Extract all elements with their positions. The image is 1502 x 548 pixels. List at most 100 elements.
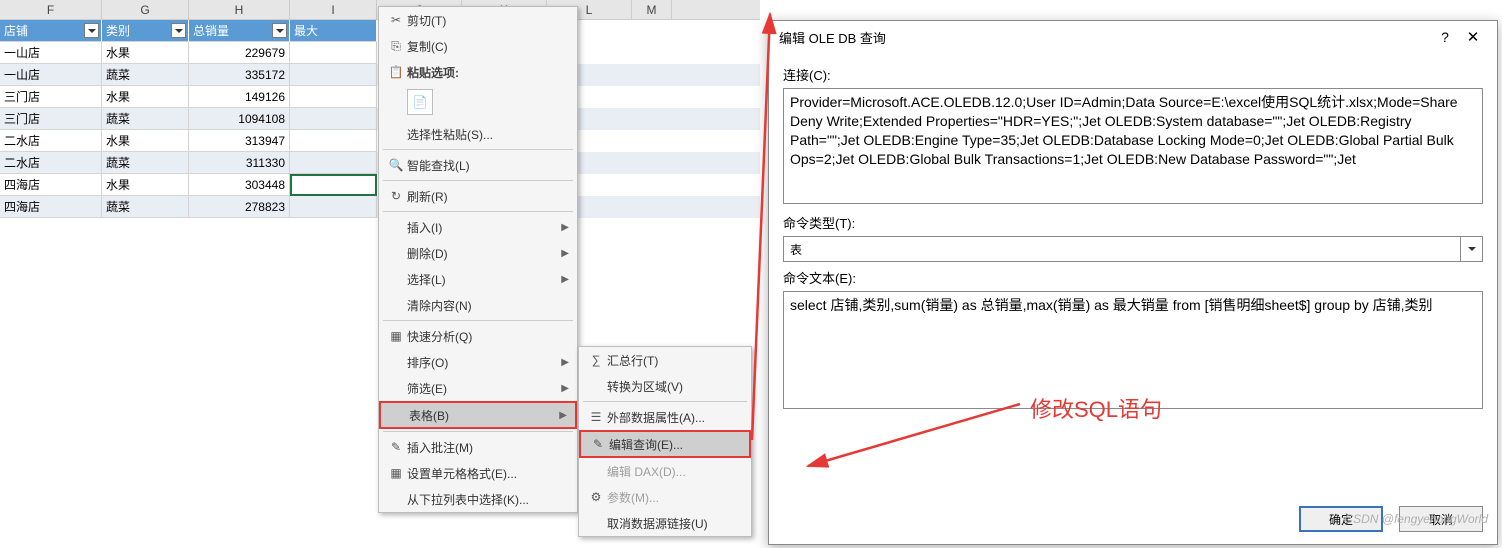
cell[interactable]: 303448	[189, 174, 290, 196]
menu-copy[interactable]: ⎘复制(C)	[379, 33, 577, 59]
chevron-right-icon: ▶	[561, 383, 569, 394]
cell[interactable]: 三门店	[0, 86, 102, 108]
connection-textarea[interactable]	[783, 88, 1483, 204]
submenu-convert[interactable]: 转换为区域(V)	[579, 373, 751, 399]
cell[interactable]	[290, 196, 377, 218]
analysis-icon: ▦	[385, 329, 407, 343]
comment-icon: ✎	[385, 440, 407, 454]
cell[interactable]: 二水店	[0, 152, 102, 174]
command-type-label: 命令类型(T):	[783, 213, 1483, 232]
watermark: CSDN @fengyehongWorld	[1344, 512, 1488, 526]
menu-clear[interactable]: 清除内容(N)	[379, 292, 577, 318]
menu-quick-analysis[interactable]: ▦快速分析(Q)	[379, 323, 577, 349]
separator	[383, 320, 573, 321]
col-header-g[interactable]: G	[102, 0, 189, 19]
menu-table[interactable]: 表格(B)▶	[379, 401, 577, 429]
cell[interactable]	[290, 42, 377, 64]
menu-format-cells[interactable]: ▦设置单元格格式(E)...	[379, 460, 577, 486]
clipboard-icon: 📋	[385, 65, 407, 79]
submenu-total-row[interactable]: ∑汇总行(T)	[579, 347, 751, 373]
menu-insert[interactable]: 插入(I)▶	[379, 214, 577, 240]
separator	[383, 180, 573, 181]
chevron-right-icon: ▶	[559, 410, 567, 421]
properties-icon: ☰	[585, 410, 607, 424]
menu-filter[interactable]: 筛选(E)▶	[379, 375, 577, 401]
menu-cut[interactable]: ✂剪切(T)	[379, 7, 577, 33]
col-header-m[interactable]: M	[632, 0, 672, 19]
help-button[interactable]: ?	[1431, 29, 1459, 45]
cell[interactable]: 149126	[189, 86, 290, 108]
header-max-label: 最大	[294, 24, 318, 38]
header-total[interactable]: 总销量	[189, 20, 290, 42]
cell[interactable]: 229679	[189, 42, 290, 64]
cell[interactable]: 278823	[189, 196, 290, 218]
menu-label: 取消数据源链接(U)	[607, 515, 743, 532]
menu-label: 复制(C)	[407, 38, 569, 55]
header-category[interactable]: 类别	[102, 20, 189, 42]
header-store[interactable]: 店铺	[0, 20, 102, 42]
menu-smart-lookup[interactable]: 🔍智能查找(L)	[379, 152, 577, 178]
cell[interactable]: 水果	[102, 42, 189, 64]
menu-delete[interactable]: 删除(D)▶	[379, 240, 577, 266]
paste-formula-icon[interactable]: 📄	[407, 89, 433, 115]
cell[interactable]	[290, 152, 377, 174]
menu-label: 设置单元格格式(E)...	[407, 465, 569, 482]
col-header-i[interactable]: I	[290, 0, 377, 19]
cell[interactable]: 三门店	[0, 108, 102, 130]
cell[interactable]	[290, 64, 377, 86]
cell[interactable]: 水果	[102, 86, 189, 108]
cell[interactable]	[290, 108, 377, 130]
chevron-down-icon[interactable]	[1460, 237, 1482, 261]
context-menu: ✂剪切(T) ⎘复制(C) 📋粘贴选项: 📄 选择性粘贴(S)... 🔍智能查找…	[378, 6, 578, 513]
cell[interactable]: 蔬菜	[102, 64, 189, 86]
submenu-unlink[interactable]: 取消数据源链接(U)	[579, 510, 751, 536]
menu-refresh[interactable]: ↻刷新(R)	[379, 183, 577, 209]
cell[interactable]: 蔬菜	[102, 196, 189, 218]
select-value: 表	[790, 241, 802, 258]
cell[interactable]: 311330	[189, 152, 290, 174]
command-type-select[interactable]: 表	[783, 236, 1483, 262]
search-icon: 🔍	[385, 158, 407, 172]
sum-icon: ∑	[585, 353, 607, 367]
filter-dropdown-icon[interactable]	[171, 23, 186, 38]
cell[interactable]: 一山店	[0, 64, 102, 86]
menu-label: 表格(B)	[409, 407, 559, 424]
selected-cell[interactable]	[290, 174, 377, 196]
header-store-label: 店铺	[4, 24, 28, 38]
filter-dropdown-icon[interactable]	[272, 23, 287, 38]
submenu-edit-query[interactable]: ✎编辑查询(E)...	[579, 430, 751, 458]
cell[interactable]: 313947	[189, 130, 290, 152]
menu-insert-comment[interactable]: ✎插入批注(M)	[379, 434, 577, 460]
cell[interactable]: 二水店	[0, 130, 102, 152]
cell[interactable]: 蔬菜	[102, 152, 189, 174]
menu-paste-special[interactable]: 选择性粘贴(S)...	[379, 121, 577, 147]
cell[interactable]	[290, 130, 377, 152]
menu-label: 清除内容(N)	[407, 297, 569, 314]
submenu-ext-data-props[interactable]: ☰外部数据属性(A)...	[579, 404, 751, 430]
menu-label: 粘贴选项:	[407, 64, 569, 81]
col-header-f[interactable]: F	[0, 0, 102, 19]
menu-label: 智能查找(L)	[407, 157, 569, 174]
menu-select[interactable]: 选择(L)▶	[379, 266, 577, 292]
col-header-h[interactable]: H	[189, 0, 290, 19]
cell[interactable]: 1094108	[189, 108, 290, 130]
cell[interactable]	[290, 86, 377, 108]
cell[interactable]: 蔬菜	[102, 108, 189, 130]
menu-dropdown-pick[interactable]: 从下拉列表中选择(K)...	[379, 486, 577, 512]
chevron-right-icon: ▶	[561, 248, 569, 259]
menu-sort[interactable]: 排序(O)▶	[379, 349, 577, 375]
cell[interactable]: 水果	[102, 130, 189, 152]
menu-label: 选择(L)	[407, 271, 561, 288]
dialog-title: 编辑 OLE DB 查询	[779, 28, 1431, 47]
scissors-icon: ✂	[385, 13, 407, 27]
header-max[interactable]: 最大	[290, 20, 377, 42]
separator	[383, 149, 573, 150]
menu-label: 插入批注(M)	[407, 439, 569, 456]
cell[interactable]: 水果	[102, 174, 189, 196]
filter-dropdown-icon[interactable]	[84, 23, 99, 38]
cell[interactable]: 四海店	[0, 174, 102, 196]
cell[interactable]: 一山店	[0, 42, 102, 64]
cell[interactable]: 四海店	[0, 196, 102, 218]
close-button[interactable]: ✕	[1459, 28, 1487, 46]
cell[interactable]: 335172	[189, 64, 290, 86]
